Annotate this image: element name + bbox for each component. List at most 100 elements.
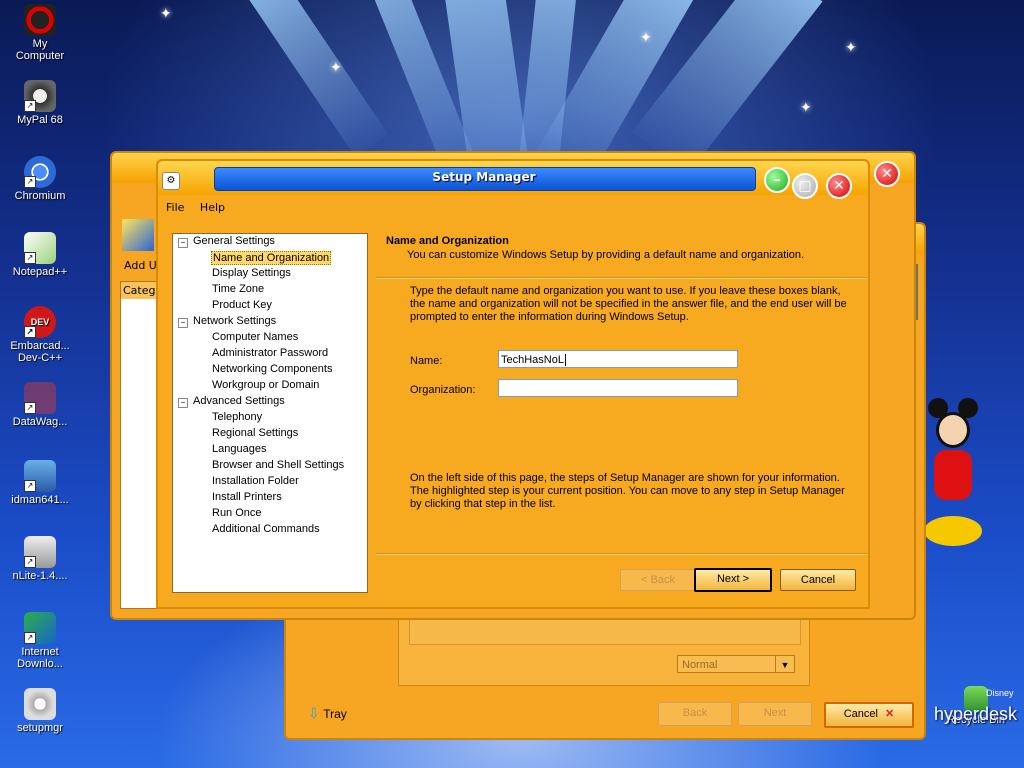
tree-item-telephony[interactable]: Telephony xyxy=(212,411,262,423)
tree-item-advanced-settings[interactable]: Advanced Settings xyxy=(193,395,285,407)
idm-icon: ↗ xyxy=(24,612,56,644)
tree-item-product-key[interactable]: Product Key xyxy=(212,299,272,311)
footer-separator xyxy=(376,553,868,555)
sparkle: ✦ xyxy=(845,40,857,56)
content-pane: Name and Organization You can customize … xyxy=(376,231,868,607)
sparkle: ✦ xyxy=(330,60,342,76)
collapse-icon[interactable]: − xyxy=(178,398,188,408)
tray-label: Tray xyxy=(323,707,347,721)
back-button[interactable]: < Back xyxy=(620,569,696,591)
tree-item-network-settings[interactable]: Network Settings xyxy=(193,315,276,327)
cancel-button-back[interactable]: Cancel ✕ xyxy=(824,702,914,728)
tree-item-name-and-organization[interactable]: Name and Organization xyxy=(211,251,332,265)
desktop-icon-nlite[interactable]: ↗ nLite-1.4.... xyxy=(2,536,78,582)
close-icon[interactable]: ✕ xyxy=(874,161,900,187)
disney-logo-text: Disney xyxy=(986,688,1014,698)
tree-item-administrator-password[interactable]: Administrator Password xyxy=(212,347,328,359)
desktop-icon-setupmgr[interactable]: setupmgr xyxy=(2,688,78,734)
tree-item-installation-folder[interactable]: Installation Folder xyxy=(212,475,299,487)
collapse-icon[interactable]: − xyxy=(178,238,188,248)
sparkle: ✦ xyxy=(800,100,812,116)
tree-item-languages[interactable]: Languages xyxy=(212,443,266,455)
name-field[interactable]: TechHasNoL xyxy=(498,350,738,368)
setupmgr-icon xyxy=(24,688,56,720)
desktop-icon-datawag[interactable]: ↗ DataWag... xyxy=(2,382,78,428)
name-label: Name: xyxy=(410,355,443,367)
window-title: Setup Manager xyxy=(432,170,536,184)
desktop-icon-label: idman641... xyxy=(11,494,69,506)
level-dropdown[interactable]: Normal ▼ xyxy=(677,655,795,673)
close-x-icon: ✕ xyxy=(885,708,895,720)
maximize-icon[interactable]: □ xyxy=(792,173,818,199)
tree-item-computer-names[interactable]: Computer Names xyxy=(212,331,298,343)
desktop-icon-label: Embarcad... Dev-C++ xyxy=(10,340,70,364)
desktop-icon-notepadpp[interactable]: ↗ Notepad++ xyxy=(2,232,78,278)
desktop-icon-idman[interactable]: ↗ idman641... xyxy=(2,460,78,506)
cancel-button[interactable]: Cancel xyxy=(780,569,856,591)
chromium-icon: ↗ xyxy=(24,156,56,188)
minimize-icon[interactable]: – xyxy=(764,167,790,193)
next-button-disabled[interactable]: Next xyxy=(738,702,812,726)
tree-item-additional-commands[interactable]: Additional Commands xyxy=(212,523,320,535)
tree-item-workgroup-or-domain[interactable]: Workgroup or Domain xyxy=(212,379,319,391)
hyperdesk-logo-text: hyperdesk xyxy=(934,704,1018,724)
desktop-icon-devcpp[interactable]: DEV ↗ Embarcad... Dev-C++ xyxy=(2,306,78,364)
light-ray xyxy=(243,0,389,157)
collapse-icon[interactable]: − xyxy=(178,318,188,328)
nlite-icon: ↗ xyxy=(24,536,56,568)
desktop-icon-label: setupmgr xyxy=(17,722,63,734)
desktop-icon-mypal[interactable]: ↗ MyPal 68 xyxy=(2,80,78,126)
add-user-icon xyxy=(122,219,154,251)
tree-item-install-printers[interactable]: Install Printers xyxy=(212,491,282,503)
desktop-icon-label: My Computer xyxy=(15,38,65,62)
setup-manager-app-icon: ⚙ xyxy=(162,172,180,190)
menu-file[interactable]: File xyxy=(166,201,184,214)
desktop-icon-label: Notepad++ xyxy=(12,266,68,278)
desktop-icon-my-computer[interactable]: My Computer xyxy=(2,4,78,62)
organization-field[interactable] xyxy=(498,379,738,397)
footer-info-text: On the left side of this page, the steps… xyxy=(410,472,845,510)
tree-item-general-settings[interactable]: General Settings xyxy=(193,235,275,247)
mickey-mouse-decoration xyxy=(924,398,982,548)
page-title: Name and Organization xyxy=(386,235,509,247)
menu-help[interactable]: Help xyxy=(200,201,225,214)
tree-item-browser-and-shell-settings[interactable]: Browser and Shell Settings xyxy=(212,459,344,471)
level-dropdown-value: Normal xyxy=(682,659,718,671)
devcpp-icon: DEV ↗ xyxy=(24,306,56,338)
sparkle: ✦ xyxy=(160,6,172,22)
organization-label: Organization: xyxy=(410,384,476,396)
menu-bar: File Help xyxy=(166,201,237,214)
name-field-value: TechHasNoL xyxy=(501,354,564,366)
close-icon[interactable]: ✕ xyxy=(826,173,852,199)
notepadpp-icon: ↗ xyxy=(24,232,56,264)
text-cursor xyxy=(564,354,566,366)
tree-item-time-zone[interactable]: Time Zone xyxy=(212,283,264,295)
intro-text: Type the default name and organization y… xyxy=(410,285,847,323)
steps-tree: − General Settings Name and Organization… xyxy=(172,233,368,593)
idman-icon: ↗ xyxy=(24,460,56,492)
category-header: Categ xyxy=(121,282,161,299)
sparkle: ✦ xyxy=(640,30,652,46)
desktop-icon-label: MyPal 68 xyxy=(17,114,63,126)
chevron-down-icon: ▼ xyxy=(775,656,794,672)
desktop-icon-label: Chromium xyxy=(14,190,66,202)
tray-icon: ⇩ xyxy=(308,706,320,722)
tray-button[interactable]: ⇩ Tray xyxy=(308,706,347,722)
next-button[interactable]: Next > xyxy=(694,568,772,592)
page-subtitle: You can customize Windows Setup by provi… xyxy=(407,249,805,261)
datawag-icon: ↗ xyxy=(24,382,56,414)
tree-item-networking-components[interactable]: Networking Components xyxy=(212,363,332,375)
desktop-icon-label: nLite-1.4.... xyxy=(12,570,68,582)
toolbar-add-label[interactable]: Add U xyxy=(124,259,157,272)
back-button-disabled[interactable]: Back xyxy=(658,702,732,726)
desktop-icon-label: DataWag... xyxy=(12,416,68,428)
tree-item-regional-settings[interactable]: Regional Settings xyxy=(212,427,298,439)
tree-item-display-settings[interactable]: Display Settings xyxy=(212,267,291,279)
header-separator xyxy=(376,277,868,279)
desktop-icon-chromium[interactable]: ↗ Chromium xyxy=(2,156,78,202)
desktop-icon-label: Internet Downlo... xyxy=(17,646,63,670)
desktop-icon-idm[interactable]: ↗ Internet Downlo... xyxy=(2,612,78,670)
tree-item-run-once[interactable]: Run Once xyxy=(212,507,262,519)
setup-manager-window: ⚙ Setup Manager – □ ✕ File Help − Genera… xyxy=(156,159,870,609)
my-computer-icon xyxy=(24,4,56,36)
